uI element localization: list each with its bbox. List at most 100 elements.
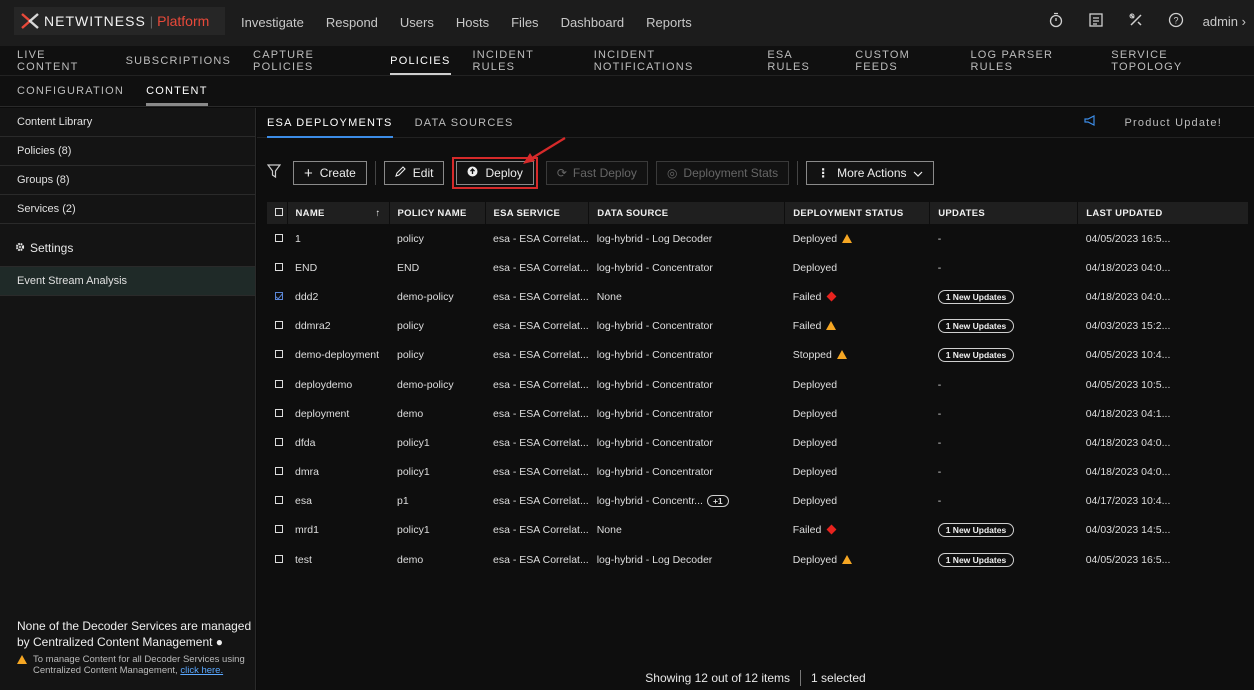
nav-files[interactable]: Files — [511, 15, 538, 30]
row-checkbox[interactable] — [275, 291, 283, 300]
sidebar-item-event-stream-analysis[interactable]: Event Stream Analysis — [0, 266, 255, 296]
row-checkbox[interactable] — [275, 437, 283, 446]
tools-icon[interactable] — [1127, 12, 1145, 30]
row-checkbox[interactable] — [275, 554, 283, 563]
nav2-service-topology[interactable]: SERVICE TOPOLOGY — [1111, 49, 1232, 73]
tab-esa-deployments[interactable]: ESA DEPLOYMENTS — [267, 117, 393, 138]
table-row[interactable]: 1 policy esa - ESA Correlat... log-hybrid -… — [267, 224, 1249, 253]
updates-badge[interactable]: 1 New Updates — [937, 289, 1015, 304]
ccm-click-here-link[interactable]: click here. — [180, 665, 223, 676]
row-checkbox[interactable] — [275, 233, 283, 242]
create-button[interactable]: + Create — [293, 161, 367, 185]
table-row[interactable]: demo-deployment policy esa - ESA Correlat.… — [267, 341, 1249, 370]
user-menu[interactable]: admin › — [1203, 14, 1246, 29]
nav2-log-parser-rules[interactable]: LOG PARSER RULES — [970, 49, 1089, 73]
nav-respond[interactable]: Respond — [326, 15, 378, 30]
sort-up-icon[interactable]: ↑ — [375, 208, 380, 219]
table-row[interactable]: dmra policy1 esa - ESA Correlat... log-hybr… — [267, 458, 1249, 487]
cell-name[interactable]: test — [287, 545, 389, 574]
row-checkbox[interactable] — [275, 496, 283, 505]
table-row[interactable]: deployment demo esa - ESA Correlat... log-h… — [267, 399, 1249, 428]
updates-badge[interactable]: 1 New Updates — [937, 348, 1015, 363]
tab-configuration[interactable]: CONFIGURATION — [17, 85, 124, 97]
table-row[interactable]: ddmra2 policy esa - ESA Correlat... log-hyb… — [267, 312, 1249, 341]
nav2-live-content[interactable]: LIVE CONTENT — [17, 49, 104, 73]
nav-dashboard[interactable]: Dashboard — [561, 15, 625, 30]
nav2-esa-rules[interactable]: ESA RULES — [767, 49, 833, 73]
deployment-stats-button[interactable]: ◎ Deployment Stats — [655, 161, 790, 185]
table-row[interactable]: END END esa - ESA Correlat... log-hybrid - … — [267, 253, 1249, 282]
tasks-icon[interactable] — [1087, 12, 1105, 30]
timer-icon[interactable] — [1047, 12, 1065, 30]
row-checkbox[interactable] — [275, 262, 283, 271]
cell-name[interactable]: demo-deployment — [287, 341, 389, 370]
row-checkbox-cell[interactable] — [267, 253, 287, 282]
cell-name[interactable]: ddd2 — [287, 282, 389, 311]
table-row[interactable]: dfda policy1 esa - ESA Correlat... log-hybr… — [267, 428, 1249, 457]
nav2-subscriptions[interactable]: SUBSCRIPTIONS — [126, 55, 231, 67]
row-checkbox[interactable] — [275, 408, 283, 417]
edit-button[interactable]: Edit — [383, 161, 445, 185]
nav-investigate[interactable]: Investigate — [241, 15, 304, 30]
nav2-capture-policies[interactable]: CAPTURE POLICIES — [253, 49, 368, 73]
sidebar-item-policies[interactable]: Policies (8) — [0, 137, 255, 166]
col-last-updated[interactable]: LAST UPDATED — [1077, 202, 1249, 224]
netwitness-logo[interactable]: NETWITNESS | Platform — [14, 7, 225, 35]
filter-icon[interactable] — [266, 163, 285, 183]
cell-name[interactable]: ddmra2 — [287, 312, 389, 341]
nav-hosts[interactable]: Hosts — [456, 15, 489, 30]
col-policy-name[interactable]: POLICY NAME — [389, 202, 486, 224]
col-name[interactable]: NAME ↑ — [287, 202, 390, 224]
table-row[interactable]: test demo esa - ESA Correlat... log-hybrid … — [267, 545, 1249, 574]
col-updates[interactable]: UPDATES — [929, 202, 1079, 224]
cell-name[interactable]: esa — [287, 487, 389, 516]
row-checkbox-cell[interactable] — [267, 487, 287, 516]
row-checkbox-cell[interactable] — [267, 370, 287, 399]
sidebar-item-groups[interactable]: Groups (8) — [0, 166, 255, 195]
tab-data-sources[interactable]: DATA SOURCES — [415, 117, 514, 129]
row-checkbox[interactable] — [275, 350, 283, 359]
row-checkbox-cell[interactable] — [267, 428, 287, 457]
row-checkbox-cell[interactable] — [267, 516, 287, 545]
checkbox[interactable] — [275, 207, 283, 216]
nav-reports[interactable]: Reports — [646, 15, 692, 30]
nav2-incident-notifications[interactable]: INCIDENT NOTIFICATIONS — [594, 49, 746, 73]
row-checkbox[interactable] — [275, 467, 283, 476]
row-checkbox-cell[interactable] — [267, 399, 287, 428]
row-checkbox-cell[interactable] — [267, 458, 287, 487]
row-checkbox-cell[interactable] — [267, 282, 287, 311]
select-all-checkbox[interactable] — [267, 202, 288, 224]
cell-name[interactable]: deploydemo — [287, 370, 389, 399]
nav-users[interactable]: Users — [400, 15, 434, 30]
sidebar-item-services[interactable]: Services (2) — [0, 195, 255, 224]
row-checkbox[interactable] — [275, 525, 283, 534]
cell-name[interactable]: 1 — [287, 224, 389, 253]
row-checkbox-cell[interactable] — [267, 224, 287, 253]
tab-content[interactable]: CONTENT — [146, 85, 208, 106]
nav2-incident-rules[interactable]: INCIDENT RULES — [473, 49, 572, 73]
updates-badge[interactable]: 1 New Updates — [937, 523, 1015, 538]
cell-name[interactable]: dfda — [287, 428, 389, 457]
cell-name[interactable]: dmra — [287, 458, 389, 487]
row-checkbox-cell[interactable] — [267, 341, 287, 370]
updates-badge[interactable]: 1 New Updates — [937, 319, 1015, 334]
more-sources-badge[interactable]: +1 — [706, 495, 729, 508]
col-esa-service[interactable]: ESA SERVICE — [485, 202, 590, 224]
sidebar-item-content-library[interactable]: Content Library — [0, 108, 255, 137]
cell-name[interactable]: deployment — [287, 399, 389, 428]
cell-name[interactable]: END — [287, 253, 389, 282]
updates-badge[interactable]: 1 New Updates — [937, 552, 1015, 567]
table-row[interactable]: mrd1 policy1 esa - ESA Correlat... None Fail… — [267, 516, 1249, 545]
help-icon[interactable]: ? — [1167, 12, 1185, 30]
product-update-link[interactable]: Product Update! — [1084, 114, 1244, 129]
nav2-policies[interactable]: POLICIES — [390, 55, 451, 75]
col-data-source[interactable]: DATA SOURCE — [588, 202, 786, 224]
col-deployment-status[interactable]: DEPLOYMENT STATUS — [784, 202, 931, 224]
row-checkbox-cell[interactable] — [267, 312, 287, 341]
row-checkbox[interactable] — [275, 379, 283, 388]
row-checkbox[interactable] — [275, 321, 283, 330]
table-row[interactable]: esa p1 esa - ESA Correlat... log-hybrid - C… — [267, 487, 1249, 516]
more-actions-button[interactable]: ⋮ More Actions — [806, 161, 934, 185]
table-row[interactable]: ddd2 demo-policy esa - ESA Correlat... None… — [267, 282, 1249, 311]
table-row[interactable]: deploydemo demo-policy esa - ESA Correlat.… — [267, 370, 1249, 399]
